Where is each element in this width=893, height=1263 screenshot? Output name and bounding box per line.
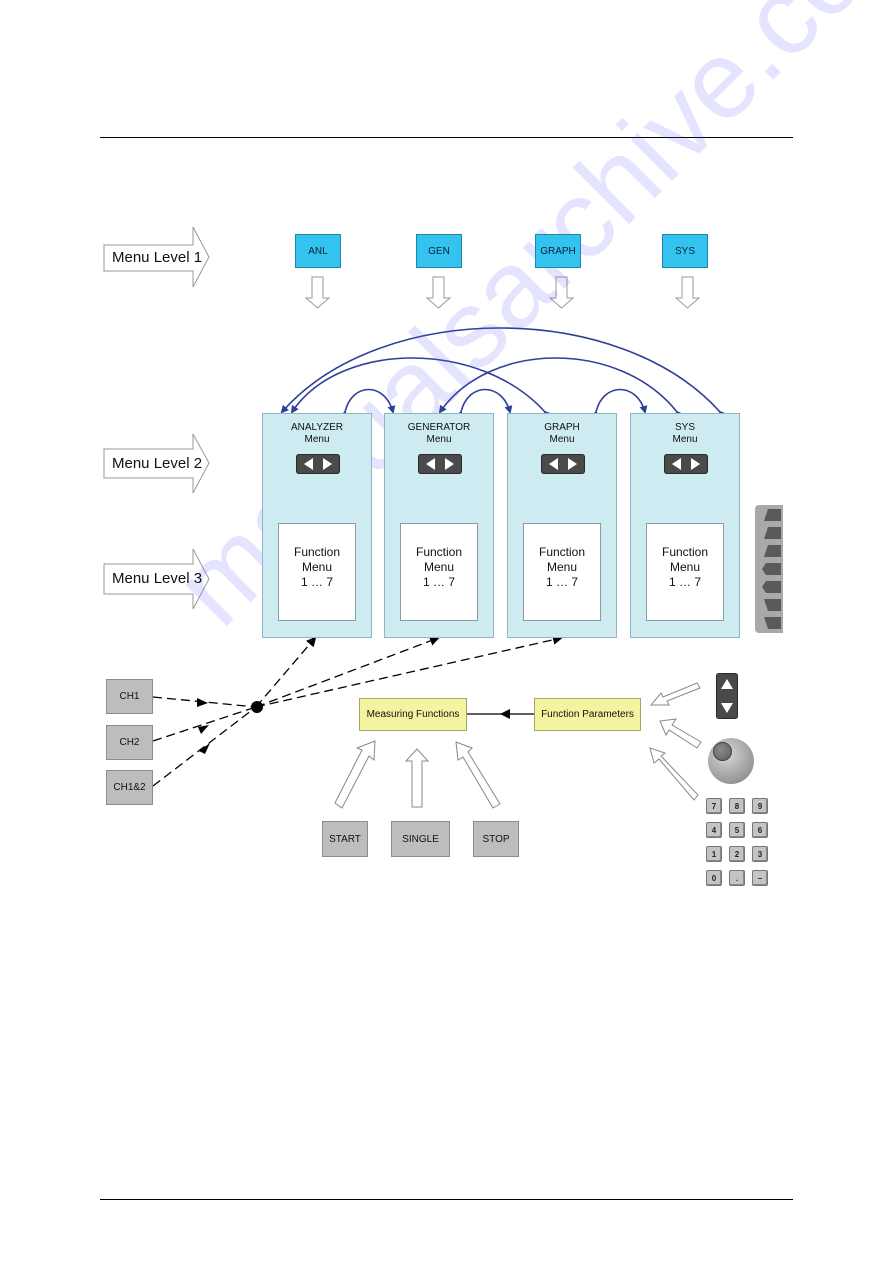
measuring-functions-box: Measuring Functions xyxy=(359,698,467,731)
gen-button[interactable]: GEN xyxy=(416,234,462,268)
key-1[interactable]: 1 xyxy=(706,846,722,862)
down-arrow-anl xyxy=(304,276,331,309)
level-label-3: Menu Level 3 xyxy=(112,570,203,587)
panel-title: ANALYZER Menu xyxy=(290,422,344,445)
line-ch12-hub xyxy=(152,706,257,787)
sys-button[interactable]: SYS xyxy=(662,234,708,268)
rotary-knob-icon[interactable] xyxy=(708,738,754,784)
key-2[interactable]: 2 xyxy=(729,846,745,862)
down-arrow-gen xyxy=(425,276,452,309)
arrow-keypad-to-params xyxy=(649,747,699,801)
key-4[interactable]: 4 xyxy=(706,822,722,838)
down-arrow-sys xyxy=(674,276,701,309)
level-label-2: Menu Level 2 xyxy=(112,455,203,472)
left-right-key-icon xyxy=(418,454,462,474)
single-button[interactable]: SINGLE xyxy=(391,821,450,857)
analyzer-menu-panel: ANALYZER Menu Function Menu 1 … 7 xyxy=(262,413,372,638)
left-right-key-icon xyxy=(664,454,708,474)
down-arrow-graph xyxy=(548,276,575,309)
line-hub-graph xyxy=(255,634,563,708)
panel-title: GENERATOR Menu xyxy=(407,422,471,445)
panel-title: SYS Menu xyxy=(672,422,698,445)
arc-graph-sys xyxy=(590,388,648,419)
generator-menu-panel: GENERATOR Menu Function Menu 1 … 7 xyxy=(384,413,494,638)
graph-menu-panel: GRAPH Menu Function Menu 1 … 7 xyxy=(507,413,617,638)
graph-button[interactable]: GRAPH xyxy=(535,234,581,268)
key-decimal[interactable]: . xyxy=(729,870,745,886)
arrow-stop-to-measuring xyxy=(455,741,501,809)
key-minus[interactable]: – xyxy=(752,870,768,886)
left-right-key-icon xyxy=(541,454,585,474)
key-0[interactable]: 0 xyxy=(706,870,722,886)
sys-menu-panel: SYS Menu Function Menu 1 … 7 xyxy=(630,413,740,638)
arrow-updown-to-params xyxy=(649,682,701,706)
function-menu-box: Function Menu 1 … 7 xyxy=(278,523,356,621)
panel-title: GRAPH Menu xyxy=(544,422,580,445)
arc-analyzer-generator xyxy=(339,388,396,419)
stop-button[interactable]: STOP xyxy=(473,821,519,857)
line-ch2-hub xyxy=(152,706,257,742)
arrow-knob-to-params xyxy=(659,718,702,749)
signal-hub xyxy=(251,701,263,713)
start-button[interactable]: START xyxy=(322,821,368,857)
key-3[interactable]: 3 xyxy=(752,846,768,862)
numeric-keypad: 7 8 9 4 5 6 1 2 3 0 . – xyxy=(706,798,768,886)
key-7[interactable]: 7 xyxy=(706,798,722,814)
key-8[interactable]: 8 xyxy=(729,798,745,814)
key-5[interactable]: 5 xyxy=(729,822,745,838)
left-right-key-icon xyxy=(296,454,340,474)
key-6[interactable]: 6 xyxy=(752,822,768,838)
up-down-key-icon[interactable] xyxy=(716,673,738,719)
function-menu-box: Function Menu 1 … 7 xyxy=(646,523,724,621)
function-parameters-box: Function Parameters xyxy=(534,698,641,731)
line-hub-analyzer xyxy=(255,636,317,708)
softkey-strip-icon xyxy=(755,505,783,633)
arrow-single-to-measuring xyxy=(404,748,430,808)
arrow-start-to-measuring xyxy=(334,740,376,809)
ch1-2-button[interactable]: CH1&2 xyxy=(106,770,153,805)
ch1-button[interactable]: CH1 xyxy=(106,679,153,714)
function-menu-box: Function Menu 1 … 7 xyxy=(400,523,478,621)
function-menu-box: Function Menu 1 … 7 xyxy=(523,523,601,621)
knob-grip xyxy=(713,742,732,761)
anl-button[interactable]: ANL xyxy=(295,234,341,268)
arc-generator-graph xyxy=(455,388,513,419)
level-label-1: Menu Level 1 xyxy=(112,249,203,266)
ch2-button[interactable]: CH2 xyxy=(106,725,153,760)
key-9[interactable]: 9 xyxy=(752,798,768,814)
